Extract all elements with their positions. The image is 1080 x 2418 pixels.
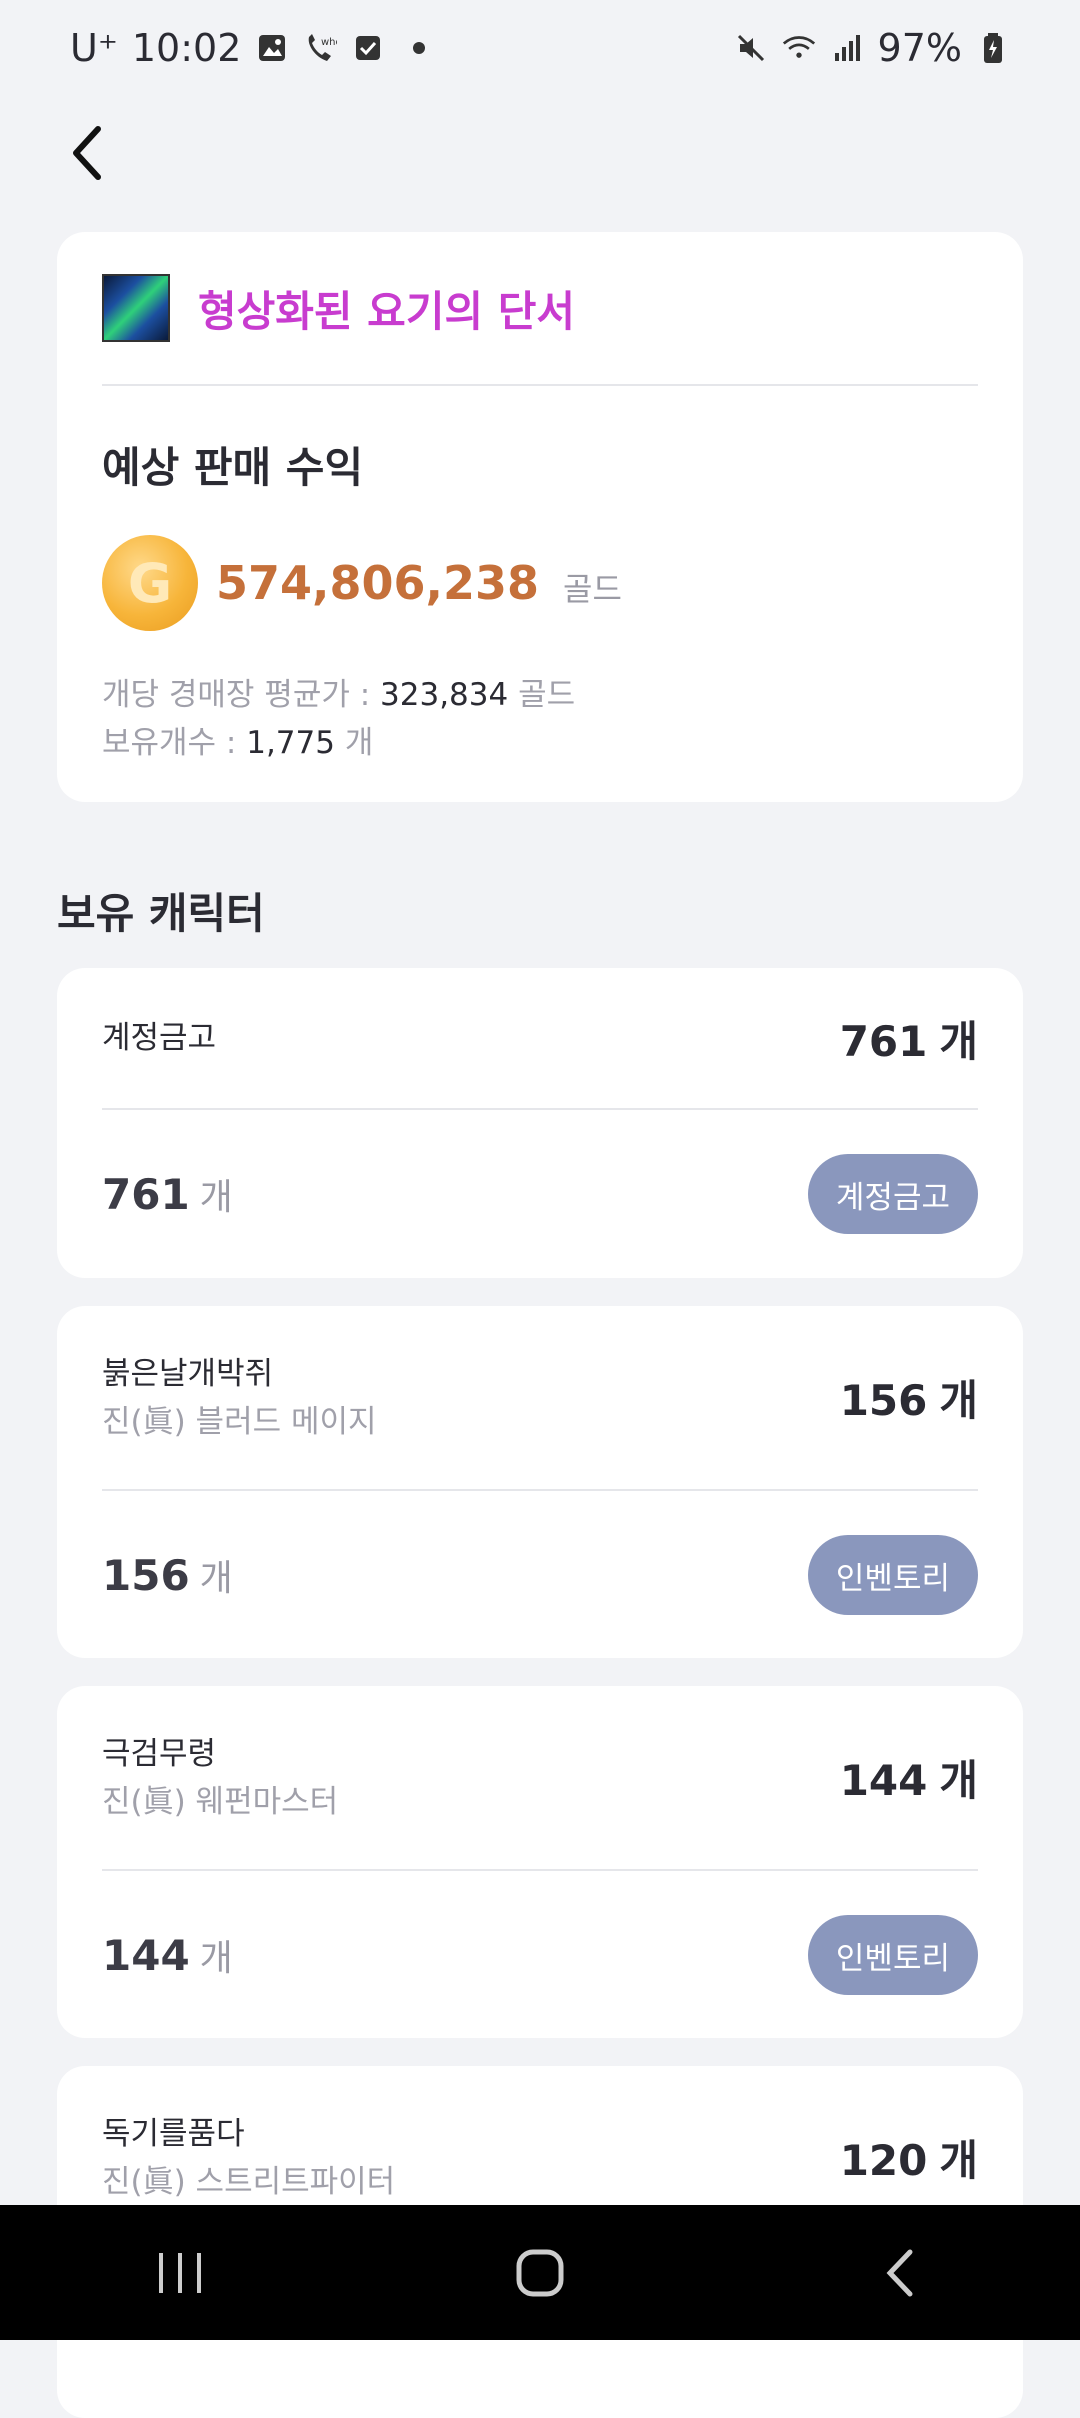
character-name: 계정금고 xyxy=(102,1020,217,1056)
status-bar: U⁺ 10:02 who 97% xyxy=(0,0,1080,96)
mute-icon xyxy=(734,31,768,65)
wifi-icon xyxy=(782,31,816,65)
signal-icon xyxy=(830,31,864,65)
character-name: 극검무령 xyxy=(102,1735,217,1772)
battery-percent: 97% xyxy=(877,26,962,70)
svg-text:who: who xyxy=(321,37,337,48)
item-image xyxy=(102,274,170,342)
gallery-icon xyxy=(255,31,289,65)
system-back-button[interactable] xyxy=(855,2228,945,2318)
location-row: 144 개 인벤토리 xyxy=(102,1871,978,2039)
character-header: 계정금고 761 개 xyxy=(102,968,978,1110)
location-button[interactable]: 계정금고 xyxy=(807,1154,978,1234)
recent-apps-button[interactable] xyxy=(135,2228,225,2318)
character-name: 붉은날개박쥐 xyxy=(102,1355,274,1392)
character-count: 120 개 xyxy=(839,2136,978,2185)
owned-value: 1,775 xyxy=(246,725,335,761)
location-row: 761 개 계정금고 xyxy=(102,1110,978,1278)
character-header: 붉은날개박쥐 진(眞) 블러드 메이지 156 개 xyxy=(102,1306,978,1491)
character-count: 761 개 xyxy=(839,1016,978,1066)
owned-count-line: 보유개수 : 1,775 개 xyxy=(102,719,978,767)
battery-charging-icon xyxy=(976,31,1010,65)
status-left: U⁺ 10:02 who xyxy=(70,26,426,70)
item-info: 개당 경매장 평균가 : 323,834 골드 보유개수 : 1,775 개 xyxy=(102,671,978,767)
character-name: 독기를품다 xyxy=(102,2115,245,2152)
location-button[interactable]: 인벤토리 xyxy=(807,1915,978,1995)
location-count: 144 개 xyxy=(102,1931,233,1980)
character-class: 진(眞) 스트리트파이터 xyxy=(102,2163,396,2200)
character-header: 극검무령 진(眞) 웨펀마스터 144 개 xyxy=(102,1686,978,1871)
character-count: 144 개 xyxy=(839,1756,978,1805)
home-button[interactable] xyxy=(495,2228,585,2318)
recent-apps-icon xyxy=(159,2252,201,2293)
total-gold-value: 574,806,238 xyxy=(216,556,540,610)
item-header: 형상화된 요기의 단서 xyxy=(102,232,978,386)
location-row: 156 개 인벤토리 xyxy=(102,1491,978,1659)
gold-coin-icon: G xyxy=(102,535,198,631)
expected-revenue-title: 예상 판매 수익 xyxy=(102,443,364,492)
item-summary-card: 형상화된 요기의 단서 예상 판매 수익 G 574,806,238 골드 개당… xyxy=(57,232,1023,802)
avg-price-unit: 골드 xyxy=(508,677,576,713)
location-button[interactable]: 인벤토리 xyxy=(807,1535,978,1615)
avg-price-line: 개당 경매장 평균가 : 323,834 골드 xyxy=(102,671,978,719)
location-count: 761 개 xyxy=(102,1170,233,1219)
character-card[interactable]: 계정금고 761 개 761 개 계정금고 xyxy=(57,968,1023,1278)
system-nav-bar xyxy=(0,2205,1080,2340)
avg-price-label: 개당 경매장 평균가 : xyxy=(102,677,381,713)
carrier-label: U⁺ xyxy=(70,26,118,70)
gold-total-row: G 574,806,238 골드 xyxy=(102,535,978,631)
wifi-call-icon: who xyxy=(303,31,337,65)
location-count: 156 개 xyxy=(102,1551,233,1600)
home-icon xyxy=(516,2249,564,2296)
checkbox-notification-icon xyxy=(351,31,385,65)
status-right: 97% xyxy=(734,26,1010,70)
character-card[interactable]: 극검무령 진(眞) 웨펀마스터 144 개 144 개 인벤토리 xyxy=(57,1686,1023,2038)
character-card[interactable]: 붉은날개박쥐 진(眞) 블러드 메이지 156 개 156 개 인벤토리 xyxy=(57,1306,1023,1658)
chevron-left-icon xyxy=(73,126,101,180)
gold-unit: 골드 xyxy=(563,570,622,608)
character-count: 156 개 xyxy=(839,1376,978,1425)
character-class: 진(眞) 블러드 메이지 xyxy=(102,1403,377,1440)
avg-price-value: 323,834 xyxy=(380,677,509,713)
back-icon xyxy=(886,2249,913,2296)
characters-section-title: 보유 캐릭터 xyxy=(57,889,265,938)
more-notifications-dot xyxy=(413,42,426,54)
back-button[interactable] xyxy=(56,118,116,188)
clock: 10:02 xyxy=(131,26,242,70)
character-class: 진(眞) 웨펀마스터 xyxy=(102,1783,339,1820)
owned-label: 보유개수 : xyxy=(102,725,247,761)
item-name: 형상화된 요기의 단서 xyxy=(198,286,576,336)
owned-unit: 개 xyxy=(334,725,374,761)
